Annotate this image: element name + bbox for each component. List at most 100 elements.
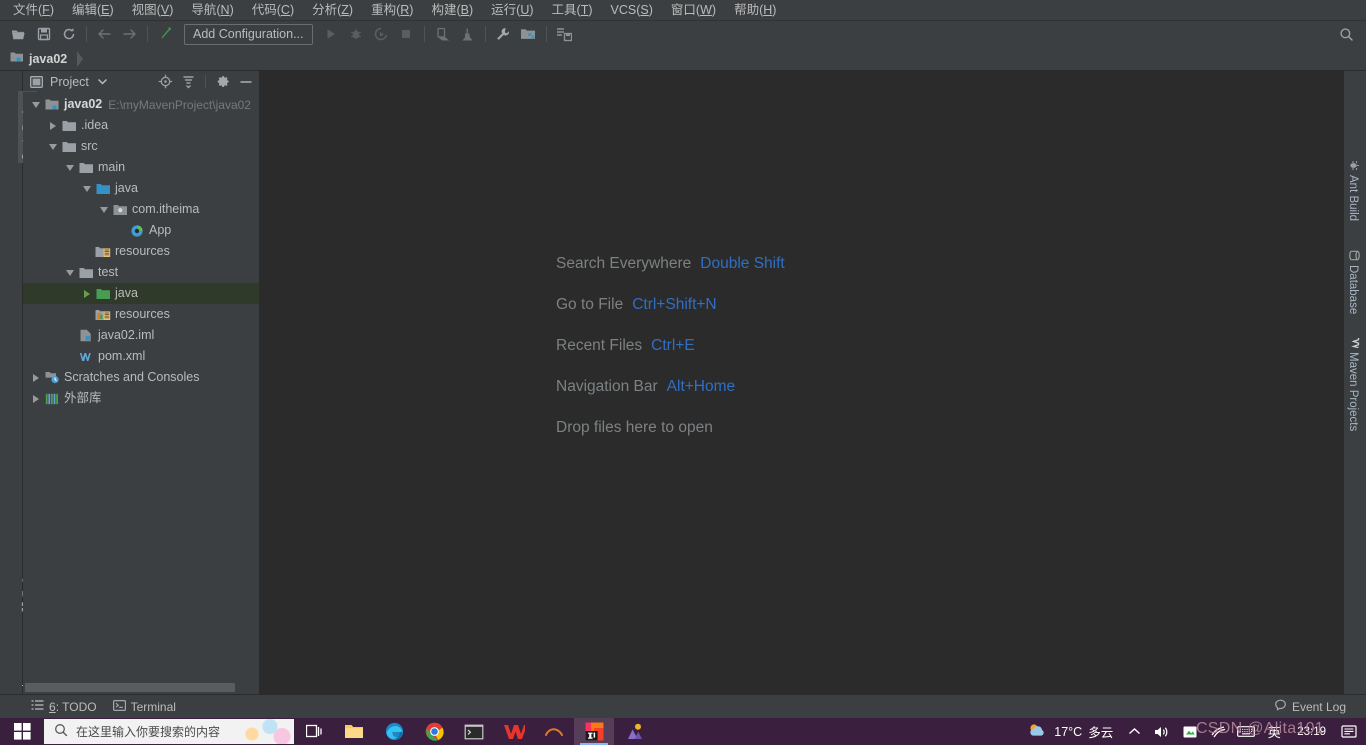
status-terminal-button[interactable]: Terminal	[105, 698, 184, 716]
menu-item-6[interactable]: 重构(R)	[362, 0, 422, 20]
chrome-icon[interactable]	[414, 718, 454, 745]
chevron-down-icon[interactable]	[97, 206, 111, 213]
edge-icon[interactable]	[374, 718, 414, 745]
editor-area[interactable]: Search Everywhere Double Shift Go to File C…	[260, 71, 1343, 694]
people-icon[interactable]	[614, 718, 654, 745]
save-all-icon[interactable]	[31, 23, 56, 45]
chevron-right-icon[interactable]	[29, 394, 43, 403]
ant-build-icon	[1346, 160, 1360, 171]
tree-item-scratches-and-consoles[interactable]: Scratches and Consoles	[23, 367, 259, 388]
run-configuration-selector[interactable]: Add Configuration...	[184, 23, 313, 45]
menu-item-8[interactable]: 运行(U)	[482, 0, 542, 20]
chevron-right-icon[interactable]	[29, 373, 43, 382]
tree-item-java[interactable]: java	[23, 283, 259, 304]
menu-item-3[interactable]: 导航(N)	[182, 0, 242, 20]
chevron-right-icon[interactable]	[46, 121, 60, 130]
tool-tab-antbuild[interactable]: Ant Build	[1343, 156, 1363, 225]
tree-item--idea[interactable]: .idea	[23, 115, 259, 136]
back-icon[interactable]	[92, 23, 117, 45]
ime-indicator[interactable]: 英	[1261, 718, 1287, 745]
libraries-icon	[43, 393, 61, 405]
chevron-right-icon[interactable]	[80, 289, 94, 298]
chevron-down-icon[interactable]	[63, 164, 77, 171]
start-button[interactable]	[0, 718, 44, 745]
open-folder-icon[interactable]	[6, 23, 31, 45]
weather-widget[interactable]: 17°C 多云	[1022, 722, 1119, 742]
tree-item-resources[interactable]: resources	[23, 304, 259, 325]
notification-center-icon[interactable]	[1336, 718, 1362, 745]
tree-item-java[interactable]: java	[23, 178, 259, 199]
tree-item-test[interactable]: test	[23, 262, 259, 283]
forward-icon[interactable]	[117, 23, 142, 45]
intellij-idea-icon[interactable]	[574, 718, 614, 745]
scrollbar-thumb[interactable]	[25, 683, 235, 692]
keyboard-icon[interactable]	[1233, 718, 1259, 745]
menu-item-4[interactable]: 代码(C)	[243, 0, 303, 20]
chevron-down-icon[interactable]	[63, 269, 77, 276]
sync-icon[interactable]	[56, 23, 81, 45]
tree-item-java02[interactable]: java02 E:\myMavenProject\java02	[23, 94, 259, 115]
project-tree[interactable]: java02 E:\myMavenProject\java02 .idea src ma…	[23, 92, 259, 681]
chevron-down-icon[interactable]	[94, 73, 112, 91]
windows-taskbar: 在这里输入你要搜索的内容 17°C 多云 英 23:19 CSDN @Alita…	[0, 718, 1366, 745]
tree-item-label: App	[149, 223, 172, 237]
tree-item-app[interactable]: App	[23, 220, 259, 241]
toolbar-separator	[86, 26, 87, 42]
network-icon[interactable]	[1177, 718, 1203, 745]
run-icon[interactable]	[319, 23, 344, 45]
resources-test-icon	[94, 309, 112, 321]
task-view-icon[interactable]	[294, 718, 334, 745]
taskbar-clock[interactable]: 23:19	[1289, 726, 1334, 738]
debug-icon[interactable]	[344, 23, 369, 45]
menu-item-12[interactable]: 帮助(H)	[725, 0, 785, 20]
collapse-all-icon[interactable]	[179, 73, 197, 91]
tree-item-com-itheima[interactable]: com.itheima	[23, 199, 259, 220]
tree-item-java02-iml[interactable]: java02.iml	[23, 325, 259, 346]
profiler-icon[interactable]	[455, 23, 480, 45]
menu-item-0[interactable]: 文件(F)	[4, 0, 63, 20]
run-with-coverage-icon[interactable]	[369, 23, 394, 45]
gear-icon[interactable]	[214, 73, 232, 91]
tree-item-src[interactable]: src	[23, 136, 259, 157]
stop-icon[interactable]	[394, 23, 419, 45]
project-structure-icon[interactable]	[516, 23, 541, 45]
chevron-down-icon[interactable]	[29, 101, 43, 108]
hint-action-label: Drop files here to open	[556, 419, 713, 436]
sync-maven-icon[interactable]	[552, 23, 577, 45]
status-event-log-button[interactable]: Event Log	[1266, 697, 1354, 716]
menu-item-11[interactable]: 窗口(W)	[662, 0, 725, 20]
wps-icon[interactable]	[494, 718, 534, 745]
menu-item-7[interactable]: 构建(B)	[422, 0, 482, 20]
chevron-down-icon[interactable]	[80, 185, 94, 192]
tool-tab-database[interactable]: Database	[1343, 246, 1363, 318]
tree-item-resources[interactable]: resources	[23, 241, 259, 262]
cloud-sync-icon[interactable]	[1205, 718, 1231, 745]
hint-shortcut-label: Alt+Home	[666, 378, 736, 395]
tool-tab-mavenprojects[interactable]: Maven Projects	[1343, 333, 1363, 435]
file-explorer-icon[interactable]	[334, 718, 374, 745]
tree-item-pom-xml[interactable]: pom.xml	[23, 346, 259, 367]
menu-item-1[interactable]: 编辑(E)	[63, 0, 123, 20]
settings-icon[interactable]	[491, 23, 516, 45]
breadcrumb-project[interactable]: java02	[8, 50, 69, 67]
tree-item-main[interactable]: main	[23, 157, 259, 178]
edit-source-icon[interactable]	[153, 23, 178, 45]
menu-item-2[interactable]: 视图(V)	[123, 0, 183, 20]
chevron-down-icon[interactable]	[46, 143, 60, 150]
menu-item-10[interactable]: VCS(S)	[602, 0, 662, 20]
update-application-icon[interactable]	[430, 23, 455, 45]
module-icon	[43, 98, 61, 111]
app-icon[interactable]	[534, 718, 574, 745]
tree-item----[interactable]: 外部库	[23, 388, 259, 409]
hide-panel-icon[interactable]	[237, 73, 255, 91]
status-todo-button[interactable]: 6: TODO	[23, 698, 105, 716]
locate-in-tree-icon[interactable]	[156, 73, 174, 91]
taskbar-search-box[interactable]: 在这里输入你要搜索的内容	[44, 719, 294, 744]
search-everywhere-icon[interactable]	[1336, 24, 1356, 44]
cmd-icon[interactable]	[454, 718, 494, 745]
show-hidden-icons-icon[interactable]	[1121, 718, 1147, 745]
menu-item-9[interactable]: 工具(T)	[543, 0, 602, 20]
volume-icon[interactable]	[1149, 718, 1175, 745]
menu-item-5[interactable]: 分析(Z)	[303, 0, 362, 20]
project-tree-hscrollbar[interactable]	[23, 681, 259, 694]
